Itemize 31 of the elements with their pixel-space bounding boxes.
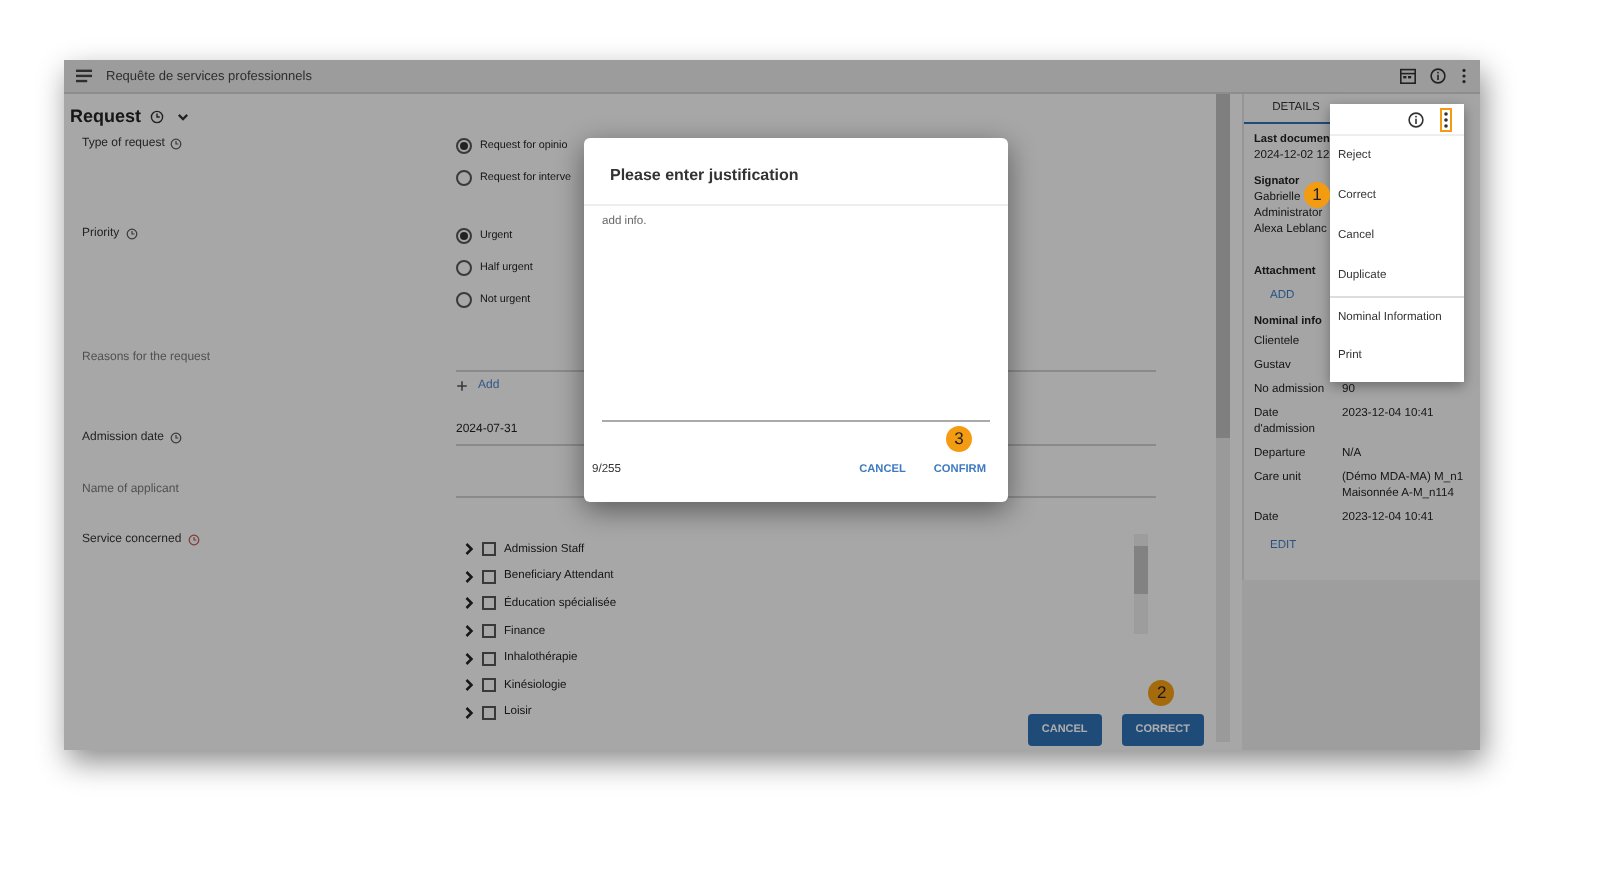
radio-button[interactable] bbox=[456, 170, 472, 186]
checkbox[interactable] bbox=[482, 678, 496, 693]
radio-button[interactable] bbox=[456, 228, 472, 244]
clock-icon bbox=[170, 432, 183, 444]
callout-badge: 2 bbox=[1148, 680, 1175, 706]
radio-button[interactable] bbox=[456, 260, 472, 276]
more-icon[interactable] bbox=[1460, 68, 1468, 84]
radio-button[interactable] bbox=[456, 292, 472, 308]
scrollbar[interactable] bbox=[1216, 94, 1230, 742]
checkbox[interactable] bbox=[482, 542, 496, 557]
checkbox[interactable] bbox=[482, 569, 496, 584]
radio-button[interactable] bbox=[456, 138, 472, 154]
info-icon[interactable] bbox=[1430, 68, 1446, 84]
dialog-title: Please enter justification bbox=[584, 138, 1008, 206]
section-title: Request bbox=[70, 106, 142, 126]
checkbox[interactable] bbox=[482, 596, 496, 611]
clock-icon bbox=[149, 109, 164, 123]
checkbox[interactable] bbox=[482, 651, 496, 666]
calendar-icon[interactable] bbox=[1400, 68, 1416, 84]
info-icon[interactable] bbox=[1408, 111, 1424, 127]
clock-icon bbox=[187, 534, 200, 546]
clock-icon bbox=[125, 228, 138, 240]
checkbox[interactable] bbox=[482, 624, 496, 639]
callout-badge: 3 bbox=[945, 426, 972, 452]
clock-icon bbox=[170, 138, 183, 150]
list-icon[interactable] bbox=[76, 68, 92, 84]
scrollbar[interactable] bbox=[1134, 534, 1148, 634]
chevron-icon[interactable] bbox=[175, 109, 190, 123]
plus-icon bbox=[456, 380, 468, 392]
more-icon[interactable] bbox=[1440, 107, 1452, 131]
checkbox[interactable] bbox=[482, 705, 496, 720]
